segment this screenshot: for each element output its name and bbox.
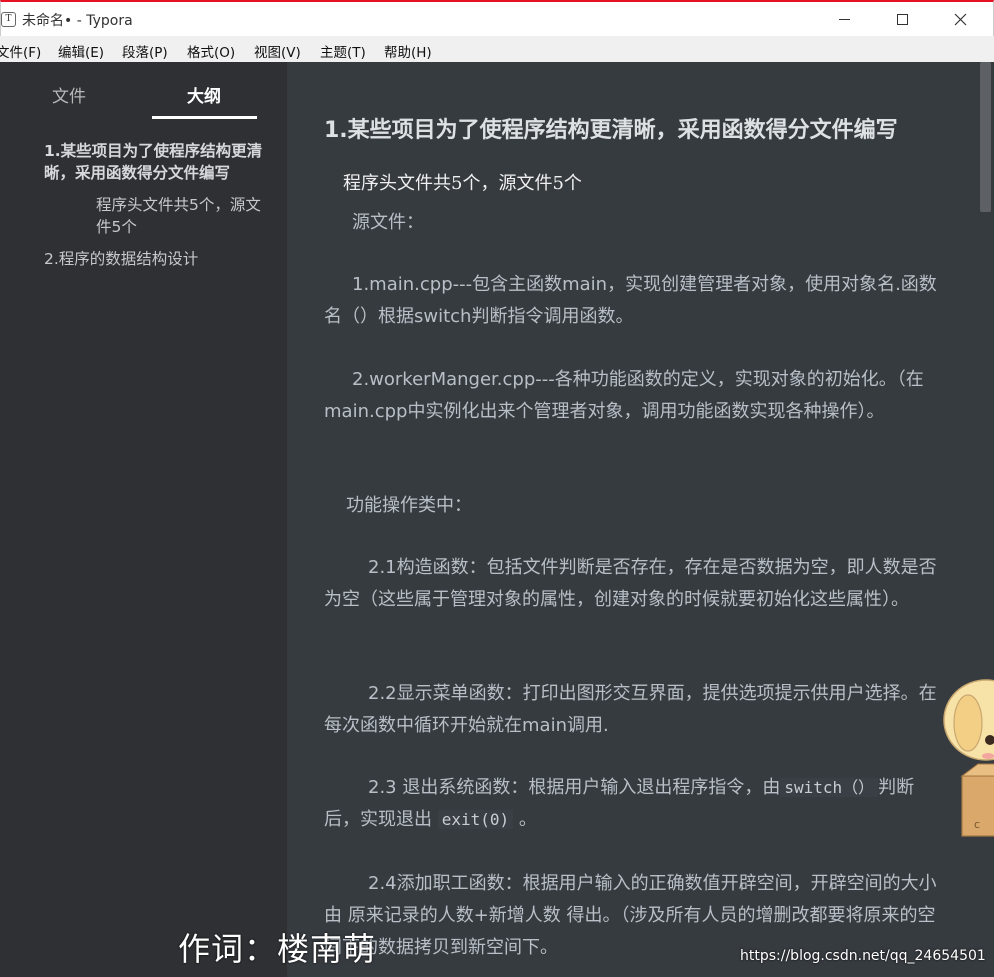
csdn-watermark: https://blog.csdn.net/qq_24654501	[740, 948, 986, 964]
maximize-icon	[896, 14, 908, 25]
outline-item-h1-project-structure[interactable]: 1.某些项目为了使程序结构更清晰，采用函数得分文件编写	[44, 140, 264, 184]
menu-help[interactable]: 帮助(H)	[384, 41, 432, 61]
paragraph-worker-manager[interactable]: 2.workerManger.cpp---各种功能函数的定义，实现对象的初始化。…	[324, 364, 944, 428]
menu-bar: 文件(F) 编辑(E) 段落(P) 格式(O) 视图(V) 主题(T) 帮助(H…	[0, 36, 994, 62]
tab-files[interactable]: 文件	[52, 82, 86, 107]
close-button[interactable]	[931, 2, 989, 36]
editor-pane[interactable]: 1.某些项目为了使程序结构更清晰，采用函数得分文件编写 程序头文件共5个，源文件…	[287, 62, 977, 977]
document-heading-2[interactable]: 程序头文件共5个，源文件5个	[343, 169, 582, 195]
outline-item-h2-file-count[interactable]: 程序头文件共5个，源文件5个	[44, 194, 264, 238]
paragraph-main-cpp[interactable]: 1.main.cpp---包含主函数main，实现创建管理者对象，使用对象名.函…	[324, 269, 944, 333]
paragraph-2-3[interactable]: 2.3 退出系统函数：根据用户输入退出程序指令，由 switch（） 判断后，实现退…	[324, 772, 944, 836]
outline-list: 1.某些项目为了使程序结构更清晰，采用函数得分文件编写 程序头文件共5个，源文件…	[44, 140, 264, 270]
outline-item-h1-data-structure[interactable]: 2.程序的数据结构设计	[44, 248, 264, 270]
menu-file[interactable]: 文件(F)	[0, 41, 41, 61]
dog-mascot-icon: c	[943, 679, 994, 837]
menu-paragraph[interactable]: 段落(P)	[122, 41, 168, 61]
svg-text:c: c	[974, 818, 980, 831]
maximize-button[interactable]	[873, 2, 931, 36]
paragraph-function-title[interactable]: 功能操作类中：	[324, 490, 944, 522]
paragraph-2-3-text-c: 。	[518, 809, 537, 830]
paragraph-source-title[interactable]: 源文件：	[324, 207, 944, 239]
document-heading-1[interactable]: 1.某些项目为了使程序结构更清晰，采用函数得分文件编写	[324, 112, 898, 144]
window-title: 未命名• - Typora	[22, 13, 133, 29]
menu-edit[interactable]: 编辑(E)	[58, 41, 104, 61]
scrollbar-thumb[interactable]	[980, 62, 991, 212]
typora-app-icon: T	[1, 12, 16, 27]
inline-code-exit: exit(0)	[437, 810, 514, 829]
menu-format[interactable]: 格式(O)	[187, 41, 235, 61]
menu-view[interactable]: 视图(V)	[254, 41, 301, 61]
sidebar: 文件 大纲 1.某些项目为了使程序结构更清晰，采用函数得分文件编写 程序头文件共…	[0, 62, 287, 977]
menu-theme[interactable]: 主题(T)	[320, 41, 366, 61]
active-tab-indicator	[152, 116, 257, 119]
paragraph-2-2[interactable]: 2.2显示菜单函数：打印出图形交互界面，提供选项提示供用户选择。在每次函数中循环…	[324, 678, 944, 742]
video-subtitle: 作词：楼南萌	[178, 930, 377, 968]
paragraph-2-3-text-a: 2.3 退出系统函数：根据用户输入退出程序指令，由	[368, 777, 781, 798]
close-icon	[954, 13, 966, 26]
tab-outline[interactable]: 大纲	[187, 82, 221, 107]
minimize-button[interactable]	[815, 2, 873, 36]
title-bar: T 未命名• - Typora	[0, 0, 994, 36]
minimize-icon	[838, 19, 850, 20]
paragraph-2-1[interactable]: 2.1构造函数：包括文件判断是否存在，存在是否数据为空，即人数是否为空（这些属于…	[324, 552, 944, 616]
inline-code-switch: switch（）	[780, 778, 879, 797]
